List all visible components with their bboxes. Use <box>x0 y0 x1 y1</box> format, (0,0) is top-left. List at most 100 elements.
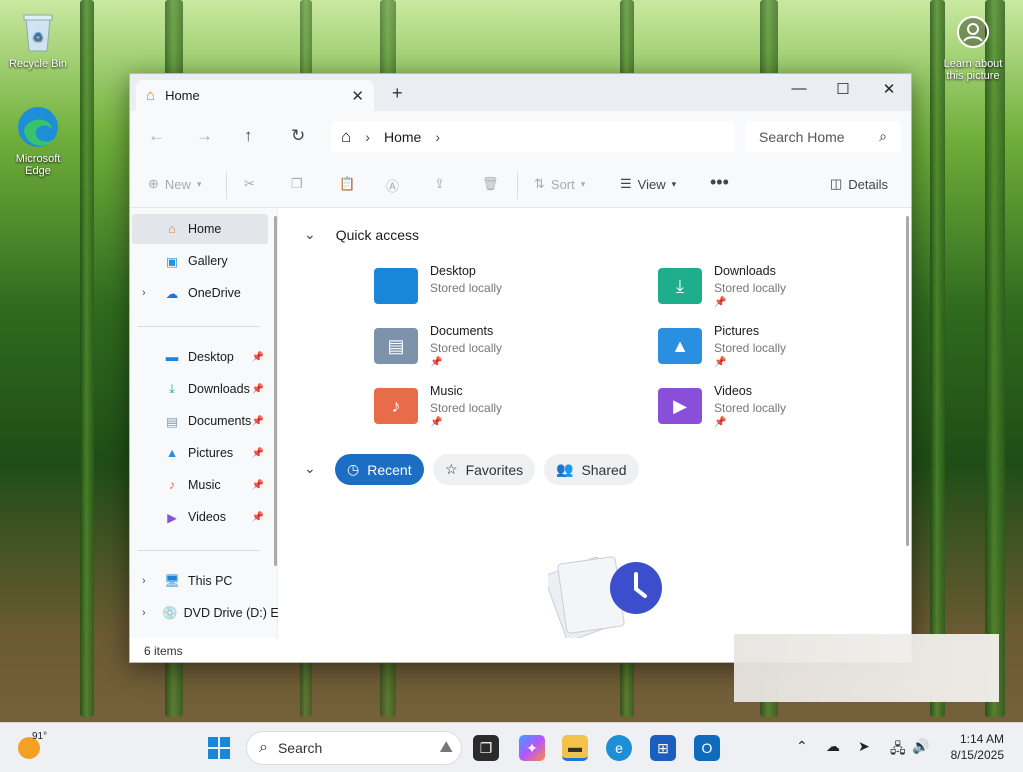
sidebar-item-desktop[interactable]: ▬ Desktop 📌 <box>132 342 268 372</box>
main-scrollbar[interactable] <box>906 216 909 546</box>
forward-button[interactable]: → <box>196 126 213 146</box>
refresh-button[interactable]: ↻ <box>291 126 305 146</box>
cut-button[interactable]: ✂ <box>244 176 255 192</box>
ellipsis-icon: ••• <box>710 172 729 192</box>
sidebar-item-pictures[interactable]: ▲ Pictures 📌 <box>132 438 268 468</box>
task-view-button[interactable]: ❐ <box>473 735 499 761</box>
filter-shared-button[interactable]: 👥 Shared <box>544 454 639 485</box>
sidebar-scrollbar[interactable] <box>274 216 277 566</box>
volume-icon[interactable]: 🔊 <box>912 738 929 755</box>
chevron-right-icon[interactable]: › <box>142 575 146 587</box>
copy-button[interactable]: ❐ <box>291 176 303 192</box>
sidebar-item-label: Pictures <box>188 446 234 460</box>
minimize-button[interactable]: — <box>784 80 814 97</box>
file-explorer-taskbar-button[interactable]: ▬ <box>562 735 588 761</box>
item-status: Stored locally <box>714 341 787 355</box>
delete-button[interactable]: 🗑 <box>482 176 499 192</box>
sidebar-item-videos[interactable]: ▶ Videos 📌 <box>132 502 268 532</box>
taskbar-search-input[interactable]: ⌕ Search ⛰ <box>246 731 462 765</box>
chevron-right-icon[interactable]: › <box>435 129 440 145</box>
quick-access-header[interactable]: ⌄ Quick access <box>304 226 419 243</box>
edge-taskbar-button[interactable]: e <box>606 735 632 761</box>
taskbar: 91° ⌕ Search ⛰ ❐ ✦ ▬ e ⊞ O ⌃ ☁ ➤ 🖧 🔊 1:1… <box>0 722 1023 772</box>
documents-icon: ▤ <box>166 414 178 429</box>
recent-empty-illustration-icon <box>544 544 668 643</box>
copilot-button[interactable]: ✦ <box>519 735 545 761</box>
cloud-icon: ☁ <box>165 286 179 301</box>
chevron-down-icon[interactable]: ⌄ <box>304 460 316 477</box>
cloud-sync-icon[interactable]: ☁ <box>826 738 840 755</box>
sort-button[interactable]: ⇅ Sort ▾ <box>534 176 585 192</box>
sidebar-item-downloads[interactable]: ⤓ Downloads 📌 <box>132 374 268 404</box>
time: 1:14 AM <box>959 732 1004 746</box>
pictures-folder-icon: ▲ <box>658 328 702 364</box>
start-button[interactable] <box>206 735 232 761</box>
chevron-right-icon[interactable]: › <box>142 607 146 619</box>
weather-widget[interactable]: 91° <box>18 731 58 763</box>
sidebar-item-music[interactable]: ♪ Music 📌 <box>132 470 268 500</box>
location-icon[interactable]: ➤ <box>858 738 870 755</box>
outlook-icon: O <box>701 740 713 756</box>
maximize-button[interactable]: ☐ <box>828 80 858 98</box>
breadcrumb[interactable]: ⌂ › Home › <box>331 121 735 152</box>
paste-button[interactable]: 📋 <box>339 176 355 192</box>
learn-about-picture-icon[interactable]: Learn about this picture <box>936 10 1010 82</box>
windows-icon <box>208 737 230 759</box>
item-name: Documents <box>430 324 494 338</box>
sidebar-item-onedrive[interactable]: › ☁ OneDrive <box>132 278 268 308</box>
sidebar-item-label: Downloads <box>188 382 250 396</box>
edge-desktop-icon[interactable]: Microsoft Edge <box>3 105 73 177</box>
tab-home[interactable]: ⌂ Home ✕ <box>136 80 374 111</box>
item-name: Desktop <box>430 264 476 278</box>
share-button[interactable]: ⇪ <box>434 176 445 192</box>
clock[interactable]: 1:14 AM 8/15/2025 <box>936 731 1004 763</box>
sidebar-item-home[interactable]: ⌂ Home <box>132 214 268 244</box>
quick-access-item-videos[interactable]: ▶ Videos Stored locally 📌 <box>658 384 786 428</box>
breadcrumb-home[interactable]: Home <box>384 129 421 145</box>
view-button[interactable]: ☰ View ▾ <box>620 176 676 192</box>
show-hidden-icons-button[interactable]: ⌃ <box>796 738 808 755</box>
details-button[interactable]: ◫ Details <box>830 176 888 192</box>
up-button[interactable]: ↑ <box>244 126 253 146</box>
pin-icon: 📌 <box>430 357 443 368</box>
pictures-icon: ▲ <box>165 446 179 460</box>
new-button[interactable]: ⊕ New ▾ <box>148 176 201 192</box>
store-taskbar-button[interactable]: ⊞ <box>650 735 676 761</box>
back-button[interactable]: ← <box>148 126 165 146</box>
close-tab-icon[interactable]: ✕ <box>351 87 364 105</box>
search-input[interactable]: Search Home ⌕ <box>745 121 901 152</box>
outlook-taskbar-button[interactable]: O <box>694 735 720 761</box>
more-options-button[interactable]: ••• <box>710 172 729 193</box>
quick-access-item-music[interactable]: ♪ Music Stored locally 📌 <box>374 384 502 428</box>
music-icon: ♪ <box>168 478 176 492</box>
sidebar-item-documents[interactable]: ▤ Documents 📌 <box>132 406 268 436</box>
quick-access-item-pictures[interactable]: ▲ Pictures Stored locally 📌 <box>658 324 786 368</box>
sidebar-item-dvd-drive[interactable]: › 💿 DVD Drive (D:) E <box>132 598 279 628</box>
quick-access-item-documents[interactable]: ▤ Documents Stored locally 📌 <box>374 324 502 368</box>
filter-recent-button[interactable]: ◷ Recent <box>335 454 424 485</box>
view-label: View <box>637 176 666 192</box>
copilot-icon: ✦ <box>526 739 538 756</box>
item-status: Stored locally <box>714 281 787 295</box>
filter-favorites-button[interactable]: ☆ Favorites <box>433 454 536 485</box>
videos-folder-icon: ▶ <box>658 388 702 424</box>
close-window-button[interactable]: ✕ <box>874 80 904 98</box>
share-icon: ⇪ <box>434 176 445 191</box>
network-icon[interactable]: 🖧 <box>890 738 906 762</box>
task-view-icon: ❐ <box>479 739 493 756</box>
item-status: Stored locally <box>430 401 503 415</box>
recycle-bin-desktop-icon[interactable]: ♻ Recycle Bin <box>3 10 73 70</box>
rename-button[interactable]: Ⓐ <box>386 176 399 195</box>
sidebar-item-label: OneDrive <box>188 286 241 300</box>
sidebar-item-label: Documents <box>188 414 252 428</box>
quick-access-item-downloads[interactable]: ⤓ Downloads Stored locally 📌 <box>658 264 786 308</box>
chevron-down-icon[interactable]: ⌄ <box>304 226 316 243</box>
temperature: 91° <box>32 731 48 742</box>
sidebar-item-label: Gallery <box>188 254 228 268</box>
learn-about-label: Learn about this picture <box>943 58 1003 82</box>
new-tab-button[interactable]: + <box>392 83 403 104</box>
sidebar-item-this-pc[interactable]: › 🖥 This PC <box>132 566 268 596</box>
quick-access-item-desktop[interactable]: Desktop Stored locally <box>374 264 502 304</box>
chevron-right-icon[interactable]: › <box>142 287 146 299</box>
sidebar-item-gallery[interactable]: ▣ Gallery <box>132 246 268 276</box>
